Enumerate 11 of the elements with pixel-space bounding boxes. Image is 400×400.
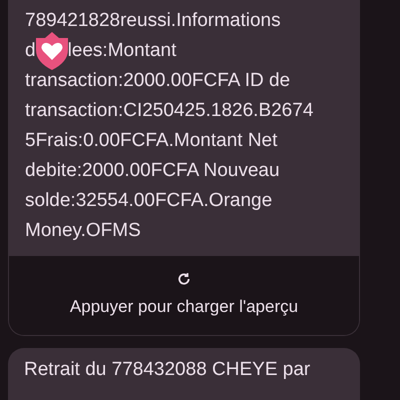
message-text: lees:Montant: [68, 38, 176, 63]
message-text: transaction:CI250425.1826.B2674: [25, 98, 314, 123]
message-text: d: [25, 38, 36, 63]
message-text: Money.OFMS: [25, 218, 141, 243]
message-text: debite:2000.00FCFA Nouveau: [25, 158, 280, 183]
message-text: solde:32554.00FCFA.Orange: [25, 188, 272, 213]
message-text: 5Frais:0.00FCFA.Montant Net: [25, 128, 278, 153]
message-text: 789421828reussi.Informations: [25, 8, 281, 33]
message-text: Retrait du 778432088 CHEYE par: [24, 358, 310, 380]
refresh-icon: [177, 272, 191, 286]
message-text: transaction:2000.00FCFA ID de: [25, 68, 290, 93]
